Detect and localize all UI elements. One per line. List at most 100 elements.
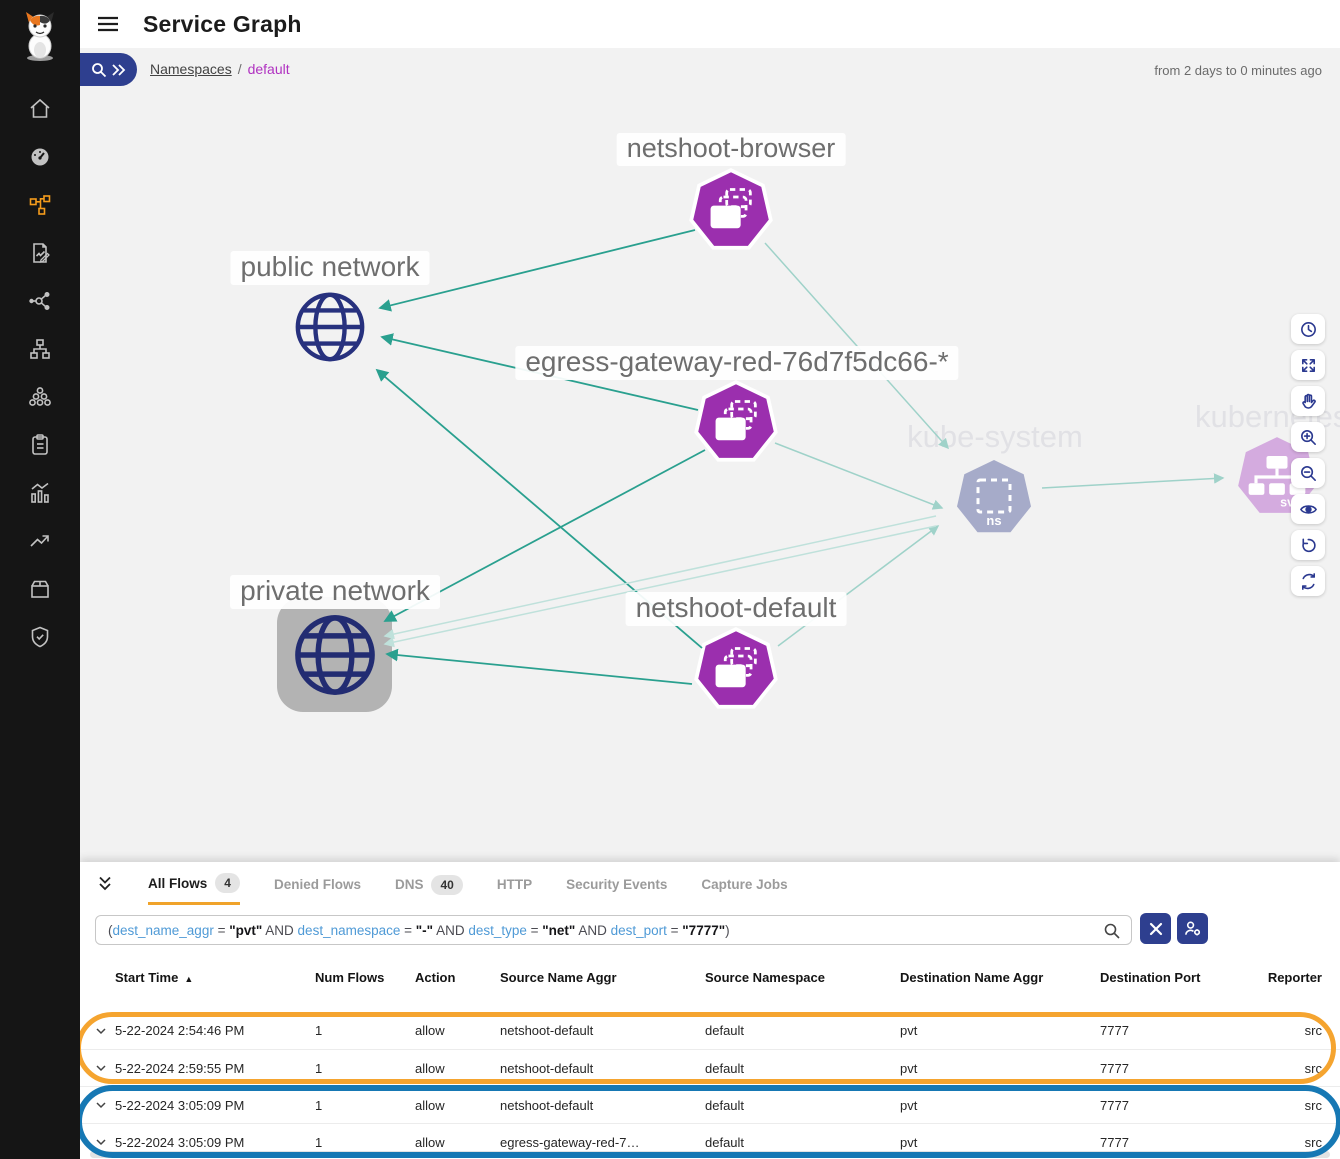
column-header-source-name-aggr[interactable]: Source Name Aggr — [500, 969, 705, 987]
sidebar-item-statistics[interactable] — [0, 469, 80, 517]
cell-source-name-aggr: netshoot-default — [500, 1098, 705, 1113]
sidebar-item-networks[interactable] — [0, 325, 80, 373]
clear-filter-button[interactable] — [1140, 913, 1171, 944]
left-nav-sidebar — [0, 0, 80, 1159]
node-egress-gateway[interactable] — [693, 380, 779, 471]
search-icon — [91, 62, 107, 78]
column-header-start-time[interactable]: Start Time▲ — [115, 969, 315, 987]
tab-http[interactable]: HTTP — [497, 862, 532, 905]
flow-molecule-icon — [28, 289, 52, 313]
zoom-in-button[interactable] — [1291, 422, 1325, 452]
node-netshoot-browser[interactable] — [688, 168, 774, 259]
graph-toolbar — [1291, 314, 1325, 596]
sidebar-item-home[interactable] — [0, 85, 80, 133]
sidebar-item-clusters[interactable] — [0, 373, 80, 421]
trend-arrow-icon — [28, 529, 52, 553]
pan-hand-button[interactable] — [1291, 386, 1325, 416]
sidebar-item-flow-visualizer[interactable] — [0, 277, 80, 325]
filter-token: = — [214, 923, 229, 938]
breadcrumb-namespaces-link[interactable]: Namespaces — [150, 61, 232, 77]
filter-search-button[interactable] — [1103, 922, 1121, 940]
filter-token: AND — [262, 923, 297, 938]
filter-token-value: "-" — [416, 923, 433, 938]
visibility-eye-button[interactable] — [1291, 494, 1325, 524]
filter-token-value: "7777" — [682, 923, 725, 938]
calico-cat-logo[interactable] — [18, 10, 62, 67]
column-header-destination-port[interactable]: Destination Port — [1100, 969, 1215, 987]
filter-token-value: "net" — [542, 923, 575, 938]
time-clock-button[interactable] — [1291, 314, 1325, 344]
hamburger-menu-button[interactable] — [97, 14, 119, 34]
service-graph-canvas[interactable]: kube-system kubernetes — [80, 48, 1340, 862]
top-bar: Service Graph — [80, 0, 1340, 48]
expand-row-chevron[interactable] — [95, 1136, 115, 1148]
flow-row[interactable]: 5-22-2024 3:05:09 PM 1 allow netshoot-de… — [80, 1086, 1340, 1123]
chevron-down-icon — [95, 1062, 107, 1074]
filter-token-field: dest_type — [468, 923, 527, 938]
chevron-down-icon — [95, 1136, 107, 1148]
node-netshoot-default[interactable] — [693, 627, 779, 718]
zoom-out-button[interactable] — [1291, 458, 1325, 488]
filter-token-field: dest_name_aggr — [113, 923, 214, 938]
sidebar-item-threat-defense[interactable] — [0, 613, 80, 661]
column-header-action[interactable]: Action — [415, 969, 500, 987]
filter-token: AND — [433, 923, 468, 938]
refresh-button[interactable] — [1291, 566, 1325, 596]
undo-button[interactable] — [1291, 530, 1325, 560]
chevron-down-icon — [95, 1099, 107, 1111]
hand-icon — [1299, 392, 1318, 411]
cell-action: allow — [415, 1023, 500, 1038]
flow-row[interactable]: 5-22-2024 2:59:55 PM 1 allow netshoot-de… — [80, 1049, 1340, 1086]
flow-row[interactable]: 5-22-2024 2:54:46 PM 1 allow netshoot-de… — [80, 1012, 1340, 1049]
tab-count-badge: 4 — [215, 873, 240, 893]
tab-security-events[interactable]: Security Events — [566, 862, 667, 905]
tab-capture-jobs[interactable]: Capture Jobs — [701, 862, 787, 905]
column-header-num-flows[interactable]: Num Flows — [315, 969, 415, 987]
column-header-reporter[interactable]: Reporter — [1215, 969, 1322, 987]
eye-icon — [1299, 500, 1318, 519]
expand-row-chevron[interactable] — [95, 1099, 115, 1111]
sidebar-item-compliance[interactable] — [0, 421, 80, 469]
column-header-destination-name-aggr[interactable]: Destination Name Aggr — [900, 969, 1100, 987]
sidebar-item-archive[interactable] — [0, 565, 80, 613]
tab-denied-flows[interactable]: Denied Flows — [274, 862, 361, 905]
tab-dns[interactable]: DNS 40 — [395, 862, 463, 905]
expand-row-chevron[interactable] — [95, 1025, 115, 1037]
user-settings-button[interactable] — [1177, 913, 1208, 944]
double-chevron-down-icon — [95, 874, 115, 894]
node-private-network[interactable] — [277, 597, 392, 712]
node-public-network[interactable] — [291, 288, 369, 371]
tab-label: DNS — [395, 877, 424, 892]
sidebar-item-trends[interactable] — [0, 517, 80, 565]
horizontal-scrollbar[interactable] — [90, 1151, 1330, 1158]
globe-icon — [290, 610, 380, 700]
flows-table-header: Start Time▲ Num Flows Action Source Name… — [80, 955, 1340, 1012]
flows-tabs-row: All Flows 4 Denied Flows DNS 40 HTTP Sec… — [80, 862, 1340, 905]
filter-row: (dest_name_aggr = "pvt" AND dest_namespa… — [80, 905, 1340, 955]
expand-row-chevron[interactable] — [95, 1062, 115, 1074]
cell-start-time: 5-22-2024 3:05:09 PM — [115, 1098, 315, 1113]
collapse-panel-button[interactable] — [95, 874, 115, 894]
cell-destination-port: 7777 — [1100, 1023, 1215, 1038]
tab-all-flows[interactable]: All Flows 4 — [148, 862, 240, 905]
expand-fullscreen-button[interactable] — [1291, 350, 1325, 380]
double-chevron-right-icon — [111, 62, 126, 78]
filter-token: AND — [575, 923, 610, 938]
flow-filter-input[interactable]: (dest_name_aggr = "pvt" AND dest_namespa… — [95, 915, 1132, 945]
cell-action: allow — [415, 1135, 500, 1150]
policy-document-icon — [28, 241, 52, 265]
node-kube-system[interactable]: ns — [954, 458, 1034, 543]
sidebar-item-service-graph[interactable] — [0, 181, 80, 229]
column-header-source-namespace[interactable]: Source Namespace — [705, 969, 900, 987]
breadcrumb-current: default — [248, 61, 290, 77]
cell-num-flows: 1 — [315, 1061, 415, 1076]
tab-label: All Flows — [148, 876, 207, 891]
cell-destination-name-aggr: pvt — [900, 1061, 1100, 1076]
close-x-icon — [1149, 922, 1163, 936]
graph-search-pill[interactable] — [80, 53, 137, 86]
hamburger-icon — [97, 14, 119, 34]
namespace-heptagon-icon: ns — [954, 458, 1034, 538]
sidebar-item-policies[interactable] — [0, 229, 80, 277]
cell-start-time: 5-22-2024 2:59:55 PM — [115, 1061, 315, 1076]
sidebar-item-dashboard[interactable] — [0, 133, 80, 181]
